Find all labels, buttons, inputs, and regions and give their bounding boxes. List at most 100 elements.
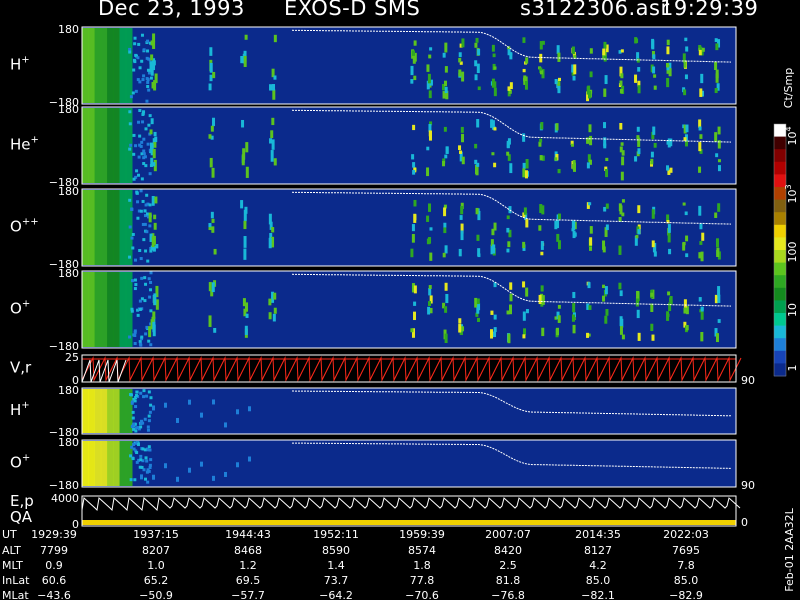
footer-cell: 2.5 xyxy=(499,559,517,572)
colorbar: 1 10 100 103 104 Ct/Smp xyxy=(773,68,799,377)
panel-sublabel: QA xyxy=(10,508,33,526)
colorbar-swatch xyxy=(774,149,786,163)
colorbar-swatch xyxy=(774,313,786,327)
footer-cell: 81.8 xyxy=(496,574,521,587)
panel-7: 180 −180 O+ 90 xyxy=(10,436,755,492)
side-stamp-text: Feb-01 2AA32L xyxy=(783,507,796,591)
panel-3: 180−180O++ xyxy=(10,185,737,271)
colorbar-swatch xyxy=(774,250,786,264)
footer-cell: 60.6 xyxy=(42,574,67,587)
panel-label: O++ xyxy=(10,217,39,236)
footer-cell: 8590 xyxy=(322,544,350,557)
colorbar-unit: Ct/Smp xyxy=(782,68,795,108)
footer-cell: −50.9 xyxy=(139,589,173,600)
panel-4: 180−180O+ xyxy=(10,267,737,353)
footer-cell: −82.1 xyxy=(581,589,615,600)
footer-cell: 1944:43 xyxy=(225,528,271,541)
colorbar-swatch xyxy=(774,275,786,289)
colorbar-swatch xyxy=(774,237,786,251)
footer-row-label: MLat xyxy=(2,589,29,600)
colorbar-tick-label: 1 xyxy=(786,365,799,372)
colorbar-swatch xyxy=(774,212,786,226)
footer-cell: 8420 xyxy=(494,544,522,557)
ytick-top: 180 xyxy=(58,267,79,280)
footer-cell: 4.2 xyxy=(589,559,607,572)
panel-8: 40000E,pQA 0 xyxy=(10,492,748,531)
footer-row-label: InLat xyxy=(2,574,30,587)
footer-cell: 1959:39 xyxy=(399,528,445,541)
footer-cell: 77.8 xyxy=(410,574,435,587)
footer-cell: 69.5 xyxy=(236,574,261,587)
footer-cell: 8468 xyxy=(234,544,262,557)
colorbar-swatch xyxy=(774,199,786,213)
ytick-top: 180 xyxy=(58,23,79,36)
footer-cell: 8207 xyxy=(142,544,170,557)
footer-cell: 1929:39 xyxy=(31,528,77,541)
colorbar-swatch xyxy=(774,300,786,314)
ytick-top: 180 xyxy=(58,103,79,116)
footer-cell: 2007:07 xyxy=(485,528,531,541)
footer-cell: −70.6 xyxy=(405,589,439,600)
colorbar-tick: 104 xyxy=(784,126,799,145)
panel-5: 250V,r90 xyxy=(10,351,755,387)
colorbar-tick-label: 104 xyxy=(784,126,799,145)
footer-cell: 73.7 xyxy=(324,574,349,587)
colorbar-swatch xyxy=(774,338,786,352)
footer-cell: 8574 xyxy=(408,544,436,557)
footer-cell: −76.8 xyxy=(491,589,525,600)
footer-cell: 1.4 xyxy=(327,559,345,572)
ytick-top: 25 xyxy=(65,351,79,364)
panel-label: O+ xyxy=(10,299,30,318)
panel-label: H+ xyxy=(10,400,30,419)
footer-cell: −82.9 xyxy=(669,589,703,600)
footer-cell: 85.0 xyxy=(586,574,611,587)
colorbar-unit-label: Ct/Smp xyxy=(782,68,795,108)
colorbar-swatch xyxy=(774,224,786,238)
qa-band xyxy=(82,520,736,525)
panel-label: V,r xyxy=(10,359,32,377)
colorbar-tick: 10 xyxy=(786,303,799,317)
footer-cell: 1.2 xyxy=(239,559,257,572)
spectrogram-plot: 180−180H+180−180He+180−180O++180−180O+25… xyxy=(2,23,799,600)
ytick-top: 4000 xyxy=(51,492,79,505)
panel-background xyxy=(82,388,736,434)
footer-cell: 1.0 xyxy=(147,559,165,572)
footer-cell: 1952:11 xyxy=(313,528,359,541)
ytick-top: 180 xyxy=(58,384,79,397)
colorbar-swatch xyxy=(774,287,786,301)
footer-cell: 0.9 xyxy=(45,559,63,572)
ytick-top: 180 xyxy=(58,185,79,198)
panel-label: H+ xyxy=(10,55,30,74)
colorbar-swatch xyxy=(774,161,786,175)
colorbar-tick: 103 xyxy=(784,184,799,203)
colorbar-tick: 100 xyxy=(786,242,799,263)
footer-cell: 2014:35 xyxy=(575,528,621,541)
panel-label: O+ xyxy=(10,453,30,472)
ytick-bottom: −180 xyxy=(49,479,79,492)
footer-cell: 1937:15 xyxy=(133,528,179,541)
footer-cell: −57.7 xyxy=(231,589,265,600)
panel-right-label: 0 xyxy=(741,516,748,529)
sms-plot-canvas: Dec 23, 1993 EXOS-D SMS s3122306.asr 19:… xyxy=(0,0,800,600)
colorbar-tick-label: 100 xyxy=(786,242,799,263)
panel-2: 180−180He+ xyxy=(10,103,737,189)
panel-label: He+ xyxy=(10,135,39,154)
colorbar-swatch xyxy=(774,363,786,377)
footer-cell: 85.0 xyxy=(674,574,699,587)
footer-cell: −64.2 xyxy=(319,589,353,600)
panel-1: 180−180H+ xyxy=(10,23,737,109)
panel-right-label: 90 xyxy=(741,374,755,387)
footer-row-label: MLT xyxy=(2,559,23,572)
colorbar-swatch xyxy=(774,262,786,276)
footer-cell: 7.8 xyxy=(677,559,695,572)
footer-row-label: ALT xyxy=(2,544,21,557)
side-stamp: Feb-01 2AA32L xyxy=(783,507,796,591)
colorbar-tick-label: 10 xyxy=(786,303,799,317)
footer-cell: 2022:03 xyxy=(663,528,709,541)
footer-cell: −43.6 xyxy=(37,589,71,600)
footer-cell: 8127 xyxy=(584,544,612,557)
footer-cell: 1.8 xyxy=(413,559,431,572)
colorbar-swatch xyxy=(774,136,786,150)
panel-right-label: 90 xyxy=(741,479,755,492)
colorbar-swatch xyxy=(774,325,786,339)
